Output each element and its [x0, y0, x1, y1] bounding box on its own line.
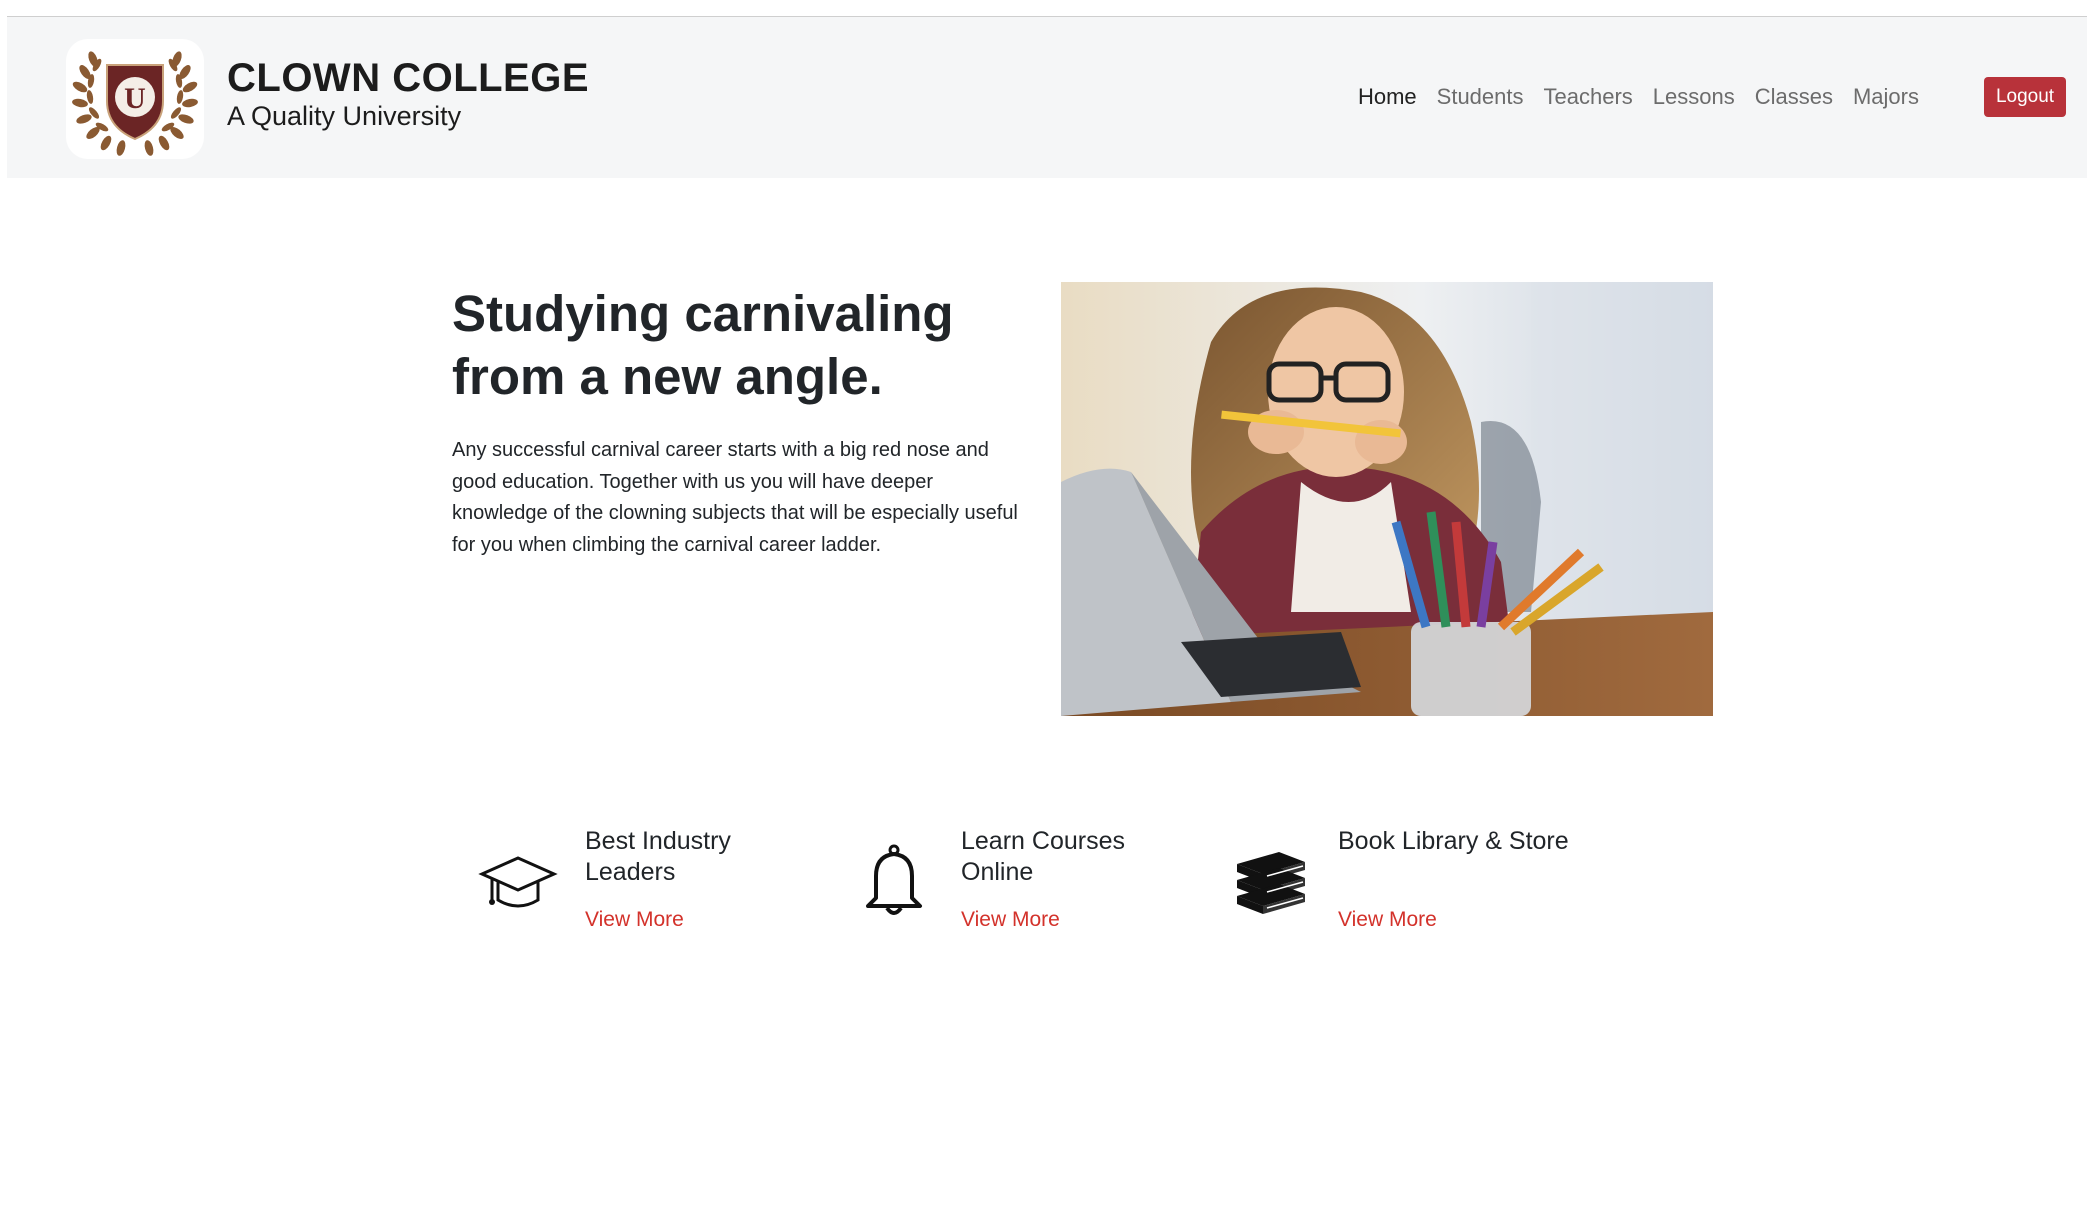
main-nav: Home Students Teachers Lessons Classes M…: [1348, 84, 1929, 110]
view-more-link[interactable]: View More: [961, 908, 1060, 932]
nav-home[interactable]: Home: [1348, 84, 1427, 110]
bell-icon: [866, 844, 922, 915]
hero-image: [1061, 282, 1713, 716]
books-icon: [1237, 852, 1305, 914]
feature-title: Book Library & Store: [1338, 827, 1569, 855]
view-more-link[interactable]: View More: [1338, 908, 1437, 932]
logo-letter: U: [124, 82, 146, 115]
nav-majors[interactable]: Majors: [1843, 84, 1929, 110]
view-more-link[interactable]: View More: [585, 908, 684, 932]
college-logo[interactable]: U: [66, 39, 204, 159]
brand-subtitle: A Quality University: [227, 101, 462, 131]
feature-title: Best Industry Leaders: [585, 827, 731, 886]
nav-teachers[interactable]: Teachers: [1534, 84, 1643, 110]
navbar: U CLOWN COLLEGE A Quality University Hom…: [7, 17, 2087, 178]
nav-classes[interactable]: Classes: [1745, 84, 1843, 110]
hero-text: Any successful carnival career starts wi…: [452, 439, 1018, 556]
hero-title: Studying carnivaling from a new angle.: [452, 285, 954, 405]
nav-lessons[interactable]: Lessons: [1643, 84, 1745, 110]
feature-title: Learn Courses Online: [961, 827, 1125, 886]
graduation-cap-icon: [478, 856, 558, 908]
nav-students[interactable]: Students: [1427, 84, 1534, 110]
logout-button[interactable]: Logout: [1984, 77, 2066, 117]
brand-title[interactable]: CLOWN COLLEGE: [227, 56, 589, 101]
laurel-shield-icon: U: [72, 51, 198, 156]
